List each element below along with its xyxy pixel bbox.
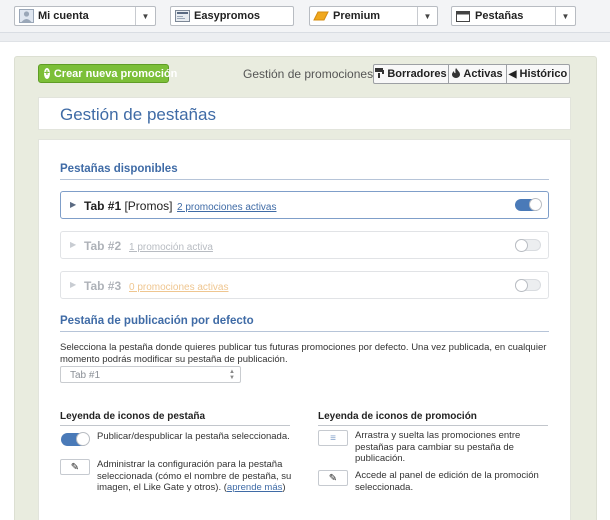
active-promotions-link[interactable]: 1 promoción activa bbox=[129, 242, 213, 253]
toggle-legend-icon bbox=[61, 432, 90, 446]
app-selector[interactable]: Easypromos bbox=[170, 6, 294, 26]
tab-name: Tab #1 [Promos] bbox=[84, 199, 173, 213]
tab-legend-title: Leyenda de iconos de pestaña bbox=[60, 411, 206, 422]
chevron-down-icon[interactable]: ▼ bbox=[555, 7, 575, 25]
active-button[interactable]: Activas bbox=[449, 64, 507, 84]
tab-row-3[interactable]: ▶ Tab #3 0 promociones activas bbox=[60, 271, 549, 299]
promo-legend-title: Leyenda de iconos de promoción bbox=[318, 411, 477, 422]
flame-icon bbox=[452, 67, 461, 81]
account-label: Mi cuenta bbox=[38, 10, 89, 22]
selected-tab-value: Tab #1 bbox=[70, 370, 101, 381]
learn-more-link[interactable]: aprende más bbox=[227, 482, 282, 493]
edit-promo-legend-text: Accede al panel de edición de la promoci… bbox=[355, 470, 539, 493]
account-selector[interactable]: Mi cuenta ▼ bbox=[14, 6, 156, 26]
plan-label: Premium bbox=[333, 10, 381, 22]
app-page-icon bbox=[174, 9, 190, 23]
toggle-knob bbox=[529, 198, 542, 211]
legend-divider bbox=[60, 425, 290, 426]
active-promotions-link[interactable]: 2 promociones activas bbox=[177, 202, 277, 213]
paint-roller-icon bbox=[375, 67, 385, 81]
active-label: Activas bbox=[463, 68, 503, 80]
user-avatar-icon bbox=[18, 9, 34, 23]
back-arrow-icon: ◀ bbox=[508, 68, 517, 80]
nav-separator bbox=[0, 33, 610, 42]
create-promotion-label: Crear nueva promoción bbox=[53, 67, 178, 80]
chevron-down-icon[interactable]: ▼ bbox=[417, 7, 437, 25]
available-tabs-title: Pestañas disponibles bbox=[60, 163, 178, 175]
section-divider bbox=[60, 179, 549, 180]
select-arrows-icon: ▲ ▼ bbox=[229, 369, 235, 381]
pencil-icon: ✎ bbox=[318, 470, 348, 486]
history-label: Histórico bbox=[519, 68, 568, 80]
section-divider bbox=[60, 331, 549, 332]
promotions-management-label: Gestión de promociones bbox=[243, 67, 374, 81]
tabs-window-icon bbox=[455, 9, 471, 23]
section-selector[interactable]: Pestañas ▼ bbox=[451, 6, 576, 26]
tab-row-1[interactable]: ▶ Tab #1 [Promos] 2 promociones activas bbox=[60, 191, 549, 219]
expand-arrow-icon[interactable]: ▶ bbox=[70, 240, 76, 249]
expand-arrow-icon[interactable]: ▶ bbox=[70, 200, 76, 209]
chevron-down-icon[interactable]: ▼ bbox=[135, 7, 155, 25]
default-tab-description: Selecciona la pestaña donde quieres publ… bbox=[60, 342, 547, 365]
drafts-label: Borradores bbox=[387, 68, 447, 80]
app-label: Easypromos bbox=[194, 10, 261, 22]
page-title: Gestión de pestañas bbox=[60, 105, 216, 124]
toggle-knob bbox=[515, 279, 528, 292]
publish-toggle[interactable] bbox=[515, 198, 542, 211]
toggle-legend-text: Publicar/despublicar la pestaña seleccio… bbox=[97, 431, 290, 442]
edit-tab-legend-text: Administrar la configuración para la pes… bbox=[97, 459, 292, 493]
plan-selector[interactable]: Premium ▼ bbox=[309, 6, 438, 26]
publish-toggle[interactable] bbox=[515, 239, 541, 252]
active-promotions-link[interactable]: 0 promociones activas bbox=[129, 282, 229, 293]
premium-ticket-icon bbox=[313, 9, 329, 23]
publish-toggle[interactable] bbox=[515, 279, 541, 292]
drafts-button[interactable]: Borradores bbox=[373, 64, 449, 84]
tab-name: Tab #3 bbox=[84, 279, 122, 293]
toggle-knob bbox=[515, 239, 528, 252]
page-header-card: Gestión de pestañas bbox=[38, 97, 571, 130]
expand-arrow-icon[interactable]: ▶ bbox=[70, 280, 76, 289]
history-button[interactable]: ◀ Histórico bbox=[507, 64, 570, 84]
default-tab-title: Pestaña de publicación por defecto bbox=[60, 315, 254, 327]
section-label: Pestañas bbox=[475, 10, 524, 22]
drag-handle-icon: ≡ bbox=[318, 430, 348, 446]
top-nav-bar: Mi cuenta ▼ Easypromos Premium ▼ Pestaña… bbox=[0, 0, 610, 33]
legend-divider bbox=[318, 425, 548, 426]
pencil-icon: ✎ bbox=[60, 459, 90, 475]
tab-row-2[interactable]: ▶ Tab #2 1 promoción activa bbox=[60, 231, 549, 259]
create-promotion-button[interactable]: + Crear nueva promoción bbox=[38, 64, 177, 83]
plus-icon: + bbox=[44, 68, 50, 79]
default-tab-select[interactable]: Tab #1 ▲ ▼ bbox=[60, 366, 241, 383]
tab-name: Tab #2 bbox=[84, 239, 122, 253]
drag-legend-text: Arrastra y suelta las promociones entre … bbox=[355, 430, 521, 464]
